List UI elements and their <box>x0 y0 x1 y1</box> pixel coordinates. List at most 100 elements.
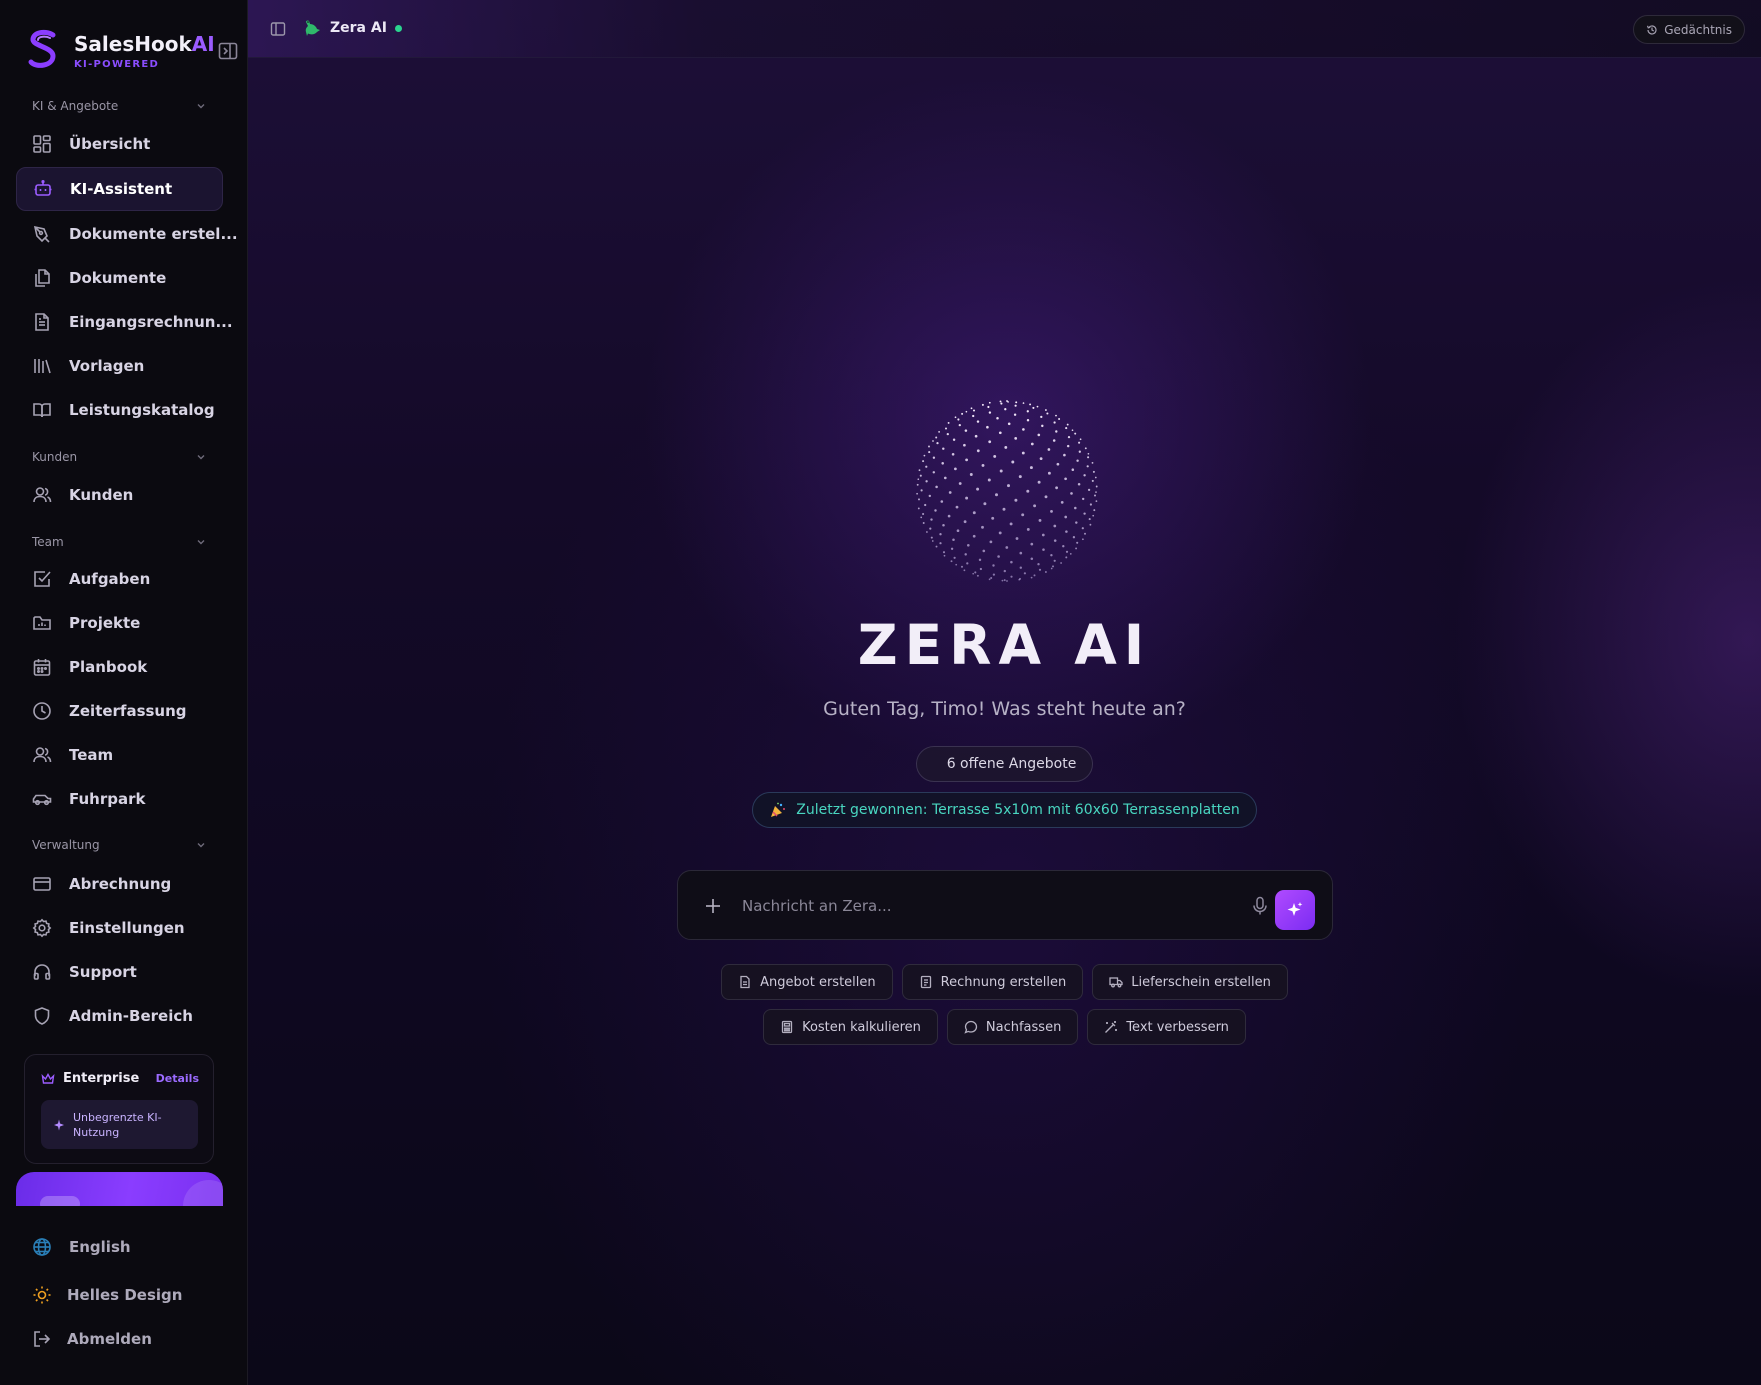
orb-particle <box>929 527 932 530</box>
plan-details-link[interactable]: Details <box>156 1072 199 1085</box>
sidebar-item-label: Aufgaben <box>69 570 151 588</box>
orb-particle <box>916 492 918 495</box>
quick-action-text-verbessern[interactable]: Text verbessern <box>1087 1009 1246 1045</box>
sidebar-item-planbook[interactable]: Planbook <box>16 645 223 689</box>
orb-particle <box>1018 475 1022 479</box>
orb-particle <box>942 447 945 450</box>
sidebar: SalesHookAI KI-POWERED KI & Angebote Übe… <box>0 0 248 1385</box>
orb-particle <box>987 478 991 482</box>
sidebar-item-team[interactable]: Team <box>16 733 223 777</box>
orb-particle <box>1082 538 1084 541</box>
sidebar-item-vorlagen[interactable]: Vorlagen <box>16 344 223 388</box>
chevron-down-icon[interactable] <box>196 537 206 547</box>
orb-particle <box>958 482 962 485</box>
open-offers-chip[interactable]: 6 offene Angebote <box>915 746 1094 782</box>
memory-button[interactable]: Gedächtnis <box>1633 15 1745 44</box>
microphone-icon[interactable] <box>1251 896 1269 916</box>
orb-particle <box>1036 405 1039 408</box>
sidebar-item-einstellungen[interactable]: Einstellungen <box>16 906 223 950</box>
quick-action-rechnung-erstellen[interactable]: Rechnung erstellen <box>901 964 1084 1000</box>
orb-particle <box>1038 518 1042 522</box>
orb-particle <box>1026 489 1030 493</box>
credit-card-icon <box>33 877 51 891</box>
greeting: Guten Tag, Timo! Was steht heute an? <box>823 698 1186 720</box>
sidebar-item-uebersicht[interactable]: Übersicht <box>16 122 223 166</box>
sidebar-item-eingangsrechnungen[interactable]: Eingangsrechnun... <box>16 300 233 344</box>
chevron-down-icon[interactable] <box>196 101 206 111</box>
orb-particle <box>1069 553 1072 555</box>
main-panel: Zera AI Gedächtnis ZERA AI Guten Tag, Ti… <box>248 0 1761 1385</box>
orb-particle <box>946 432 949 436</box>
sidebar-item-projekte[interactable]: Projekte <box>16 601 223 645</box>
section-label-ki-angebote: KI & Angebote <box>32 99 119 113</box>
language-label: English <box>69 1238 131 1256</box>
message-input[interactable] <box>742 893 1222 919</box>
quick-action-nachfassen[interactable]: Nachfassen <box>946 1009 1079 1045</box>
sidebar-item-support[interactable]: Support <box>16 950 223 994</box>
orb-particle <box>925 465 928 468</box>
orb-particle <box>986 425 989 429</box>
plus-icon[interactable] <box>704 897 722 915</box>
orb-particle <box>1039 457 1043 461</box>
orb-particle <box>1018 578 1021 581</box>
sidebar-toggle-icon[interactable] <box>270 21 286 37</box>
orb-particle <box>1065 550 1069 553</box>
sidebar-item-dokumente-erstellen[interactable]: Dokumente erstel... <box>16 212 238 256</box>
sidebar-item-ki-assistent[interactable]: KI-Assistent <box>16 167 223 211</box>
orb-particle <box>935 485 938 489</box>
theme-toggle[interactable]: Helles Design <box>32 1285 182 1305</box>
orb-particle <box>1093 509 1096 512</box>
orb-particle <box>963 443 966 447</box>
last-won-chip[interactable]: Zuletzt gewonnen: Terrasse 5x10m mit 60x… <box>752 792 1257 828</box>
collapse-sidebar-icon[interactable] <box>218 42 238 60</box>
orb-particle <box>930 518 933 521</box>
orb-particle <box>999 469 1003 473</box>
orb-particle <box>1002 507 1006 511</box>
truck-icon <box>1109 977 1123 988</box>
orb-particle <box>1044 409 1047 411</box>
theme-label: Helles Design <box>67 1286 183 1304</box>
language-switch[interactable]: English <box>32 1237 131 1257</box>
orb-particle <box>1065 530 1068 533</box>
orb-particle <box>998 531 1002 535</box>
orb-particle <box>1084 447 1087 450</box>
orb-particle <box>926 531 928 533</box>
sidebar-item-aufgaben[interactable]: Aufgaben <box>16 557 223 601</box>
orb-particle <box>1089 523 1092 526</box>
sidebar-item-fuhrpark[interactable]: Fuhrpark <box>16 777 223 821</box>
orb-particle <box>1053 539 1057 542</box>
orb-particle <box>1011 460 1015 464</box>
quick-action-kosten-kalkulieren[interactable]: Kosten kalkulieren <box>763 1009 938 1045</box>
logout-label: Abmelden <box>67 1330 152 1348</box>
quick-action-lieferschein-erstellen[interactable]: Lieferschein erstellen <box>1092 964 1288 1000</box>
send-button[interactable] <box>1275 890 1315 930</box>
orb-particle <box>1029 466 1033 470</box>
orb-particle <box>1038 568 1042 571</box>
orb-particle <box>1087 456 1090 459</box>
banner-decoration <box>183 1180 223 1206</box>
orb-particle <box>1094 476 1097 479</box>
orb-particle <box>972 572 975 575</box>
orb-particle <box>993 454 997 458</box>
orb-particle <box>1092 514 1095 517</box>
logout-button[interactable]: Abmelden <box>32 1329 152 1349</box>
logout-icon <box>34 1331 51 1347</box>
sidebar-item-zeiterfassung[interactable]: Zeiterfassung <box>16 689 223 733</box>
orb-particle <box>939 533 942 536</box>
chevron-down-icon[interactable] <box>196 840 206 850</box>
sidebar-item-leistungskatalog[interactable]: Leistungskatalog <box>16 388 223 432</box>
upgrade-banner[interactable] <box>16 1172 223 1206</box>
sidebar-item-admin-bereich[interactable]: Admin-Bereich <box>16 994 223 1038</box>
chevron-down-icon[interactable] <box>196 452 206 462</box>
orb-particle <box>995 493 998 497</box>
orb-particle <box>992 564 995 567</box>
sidebar-item-abrechnung[interactable]: Abrechnung <box>16 862 223 906</box>
orb-particle <box>942 551 946 554</box>
brand[interactable]: SalesHookAI KI-POWERED <box>26 28 215 72</box>
sidebar-item-kunden[interactable]: Kunden <box>16 473 223 517</box>
sidebar-item-dokumente[interactable]: Dokumente <box>16 256 223 300</box>
headphones-icon <box>33 964 51 980</box>
file-text-icon <box>35 313 49 331</box>
chat-title: Zera AI <box>302 18 402 38</box>
quick-action-angebot-erstellen[interactable]: Angebot erstellen <box>721 964 893 1000</box>
